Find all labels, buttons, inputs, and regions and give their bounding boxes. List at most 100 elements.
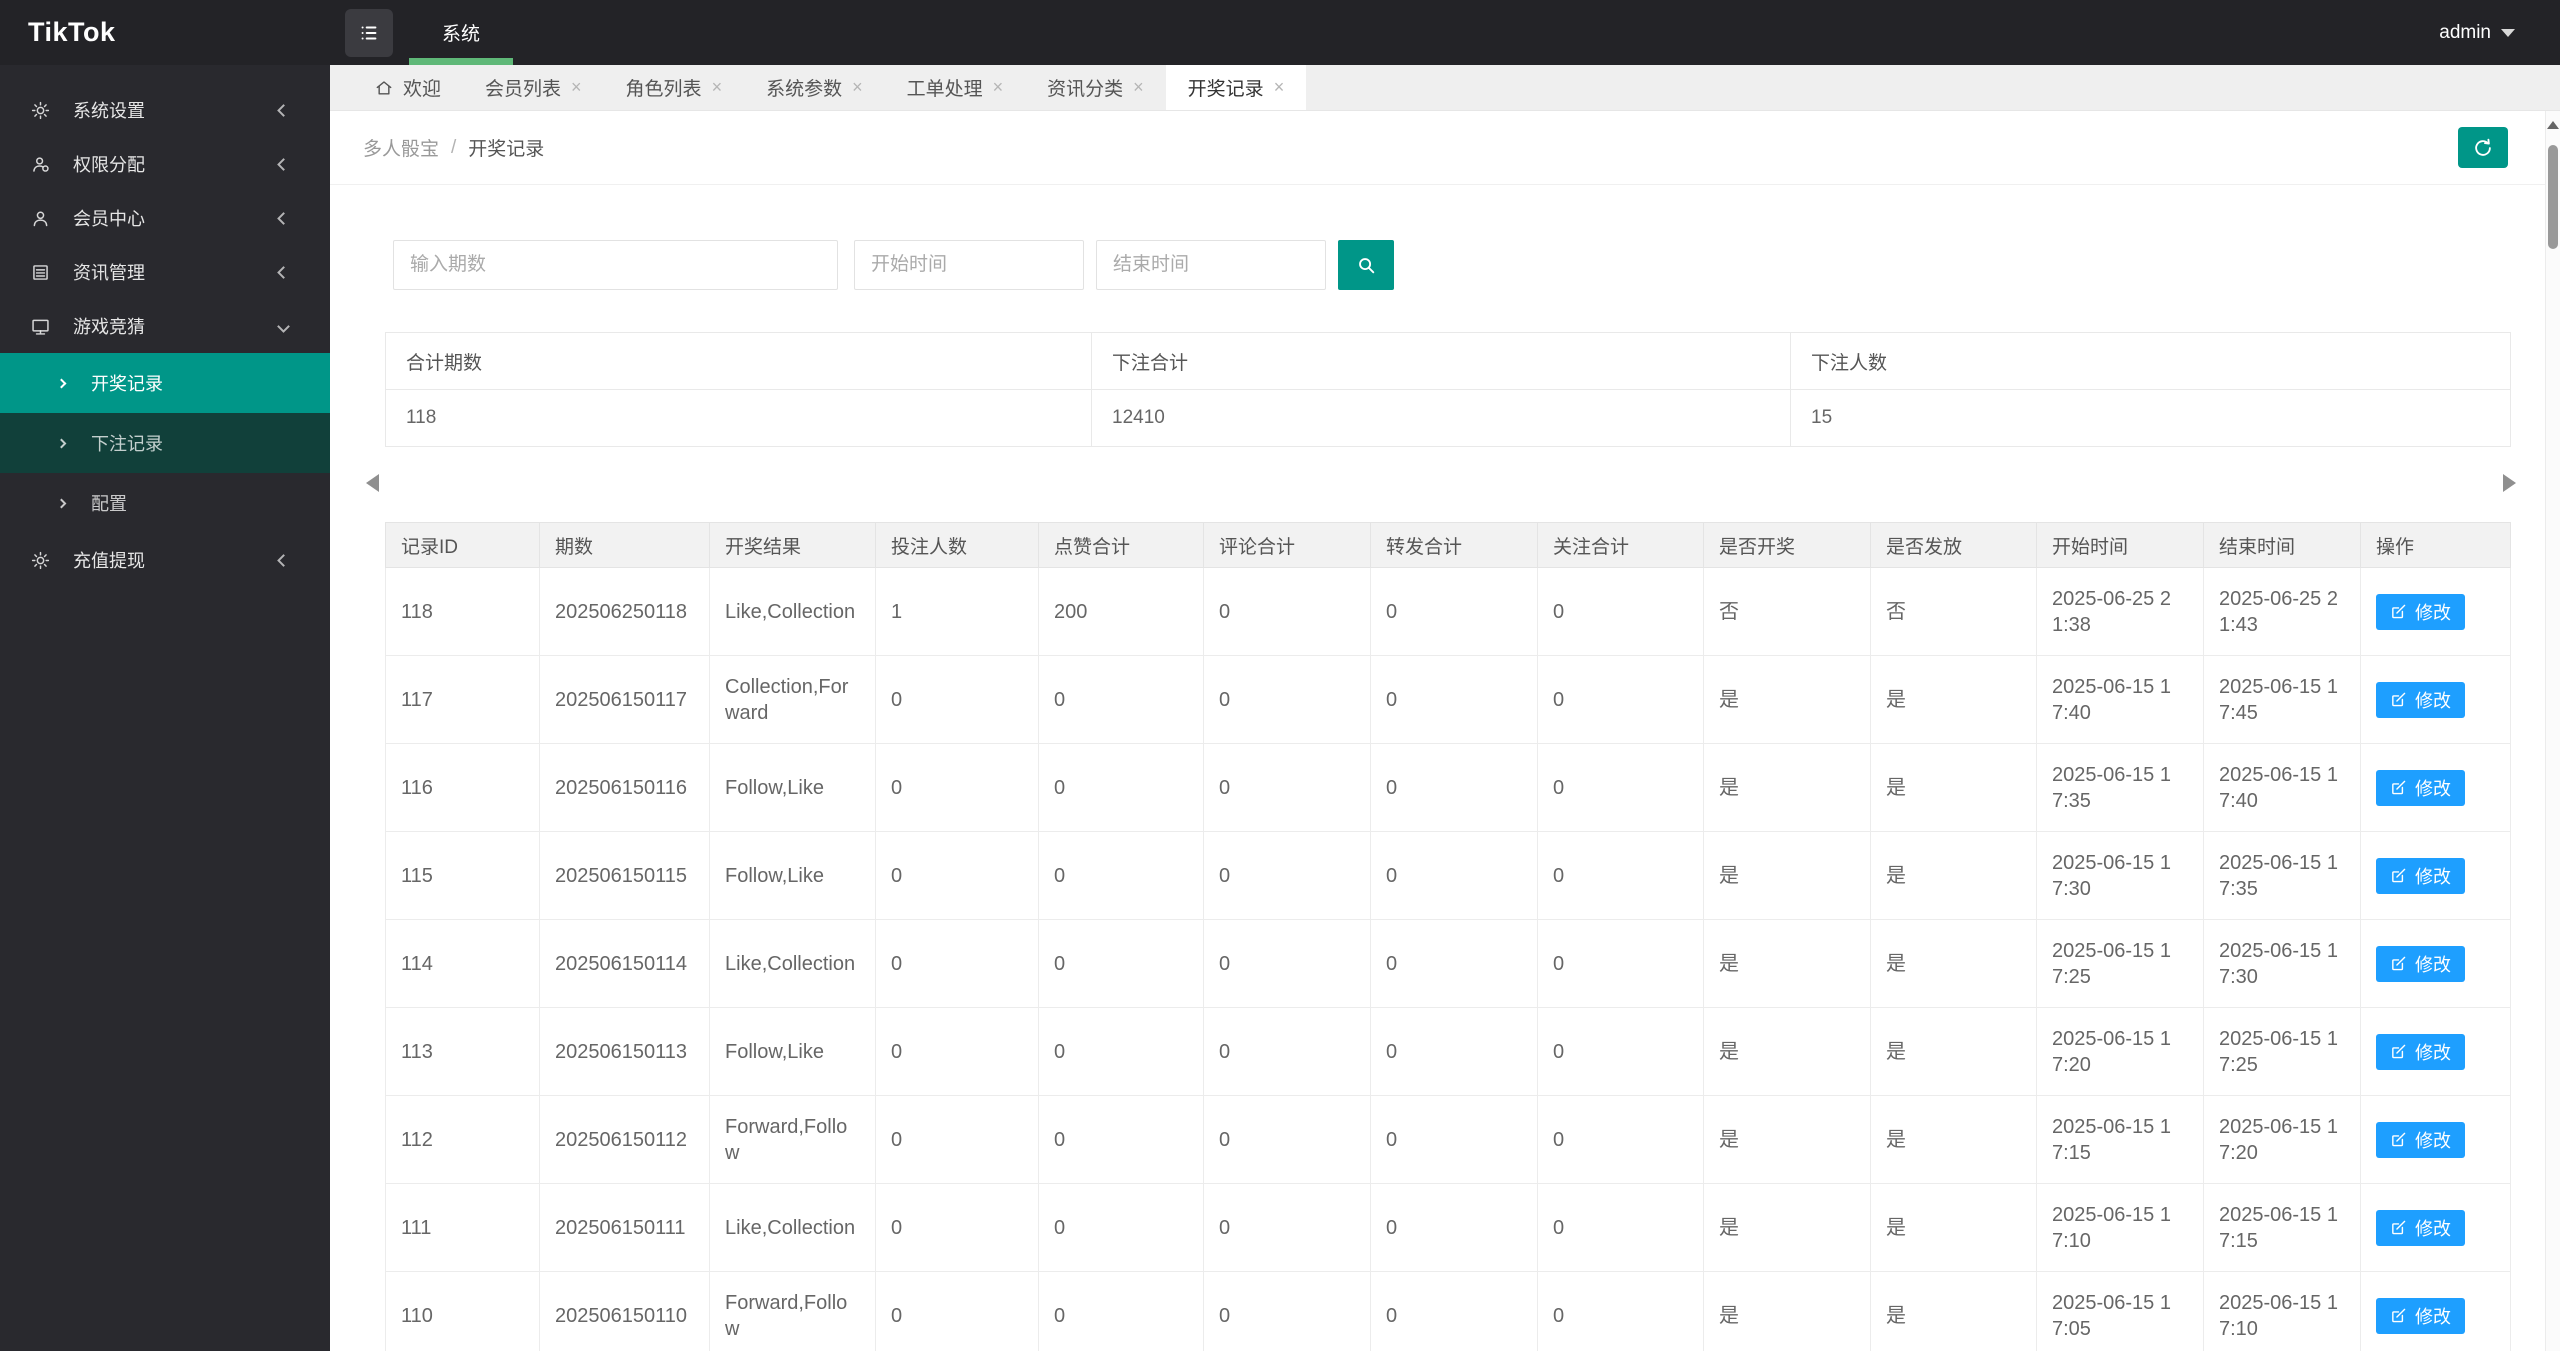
chevron-left-icon: [277, 211, 290, 225]
search-button[interactable]: [1338, 240, 1394, 290]
refresh-button[interactable]: [2458, 127, 2508, 168]
cell-bettors: 0: [875, 831, 1039, 920]
edit-button[interactable]: 修改: [2376, 1297, 2465, 1334]
cell-result: Follow,Like: [709, 1007, 876, 1096]
user-menu[interactable]: admin: [2439, 22, 2515, 44]
time-text: 2025-06-15 17:05: [2052, 1291, 2171, 1340]
tab-content-categories[interactable]: 资讯分类 ×: [1025, 65, 1166, 110]
hamburger-menu-button[interactable]: [345, 8, 393, 57]
cell-action: 修改: [2360, 743, 2511, 832]
cell-record_id: 117: [385, 655, 540, 744]
cell-comments_total: 0: [1203, 743, 1371, 832]
sidebar-menu: 系统设置权限分配会员中心 资讯管理 游戏竞猜 开奖记录 下注记录配置充值提现: [0, 65, 330, 587]
table-row: 116 202506150116 Follow,Like 0 0 0 0 0 是是 2025-06…: [385, 743, 2511, 832]
scrollbar-thumb[interactable]: [2548, 145, 2558, 249]
sidebar: 系统设置权限分配会员中心 资讯管理 游戏竞猜 开奖记录 下注记录配置充值提现: [0, 65, 330, 1351]
time-text: 2025-06-15 17:15: [2219, 1203, 2338, 1252]
tab-welcome[interactable]: 欢迎: [352, 65, 463, 110]
edit-button[interactable]: 修改: [2376, 857, 2465, 894]
cell-bettors: 1: [875, 567, 1039, 656]
scroll-left-arrow[interactable]: [366, 474, 379, 492]
tab-close-icon[interactable]: ×: [1274, 77, 1285, 98]
edit-button[interactable]: 修改: [2376, 593, 2465, 630]
cell-is_released: 是: [1870, 1095, 2037, 1184]
sidebar-subitem-lottery-records[interactable]: 开奖记录: [0, 353, 330, 413]
news-icon: [30, 262, 51, 283]
period-input[interactable]: [393, 240, 838, 290]
tab-role-list[interactable]: 角色列表 ×: [604, 65, 745, 110]
sidebar-item-member-center[interactable]: 会员中心: [0, 191, 330, 245]
cell-is_released: 是: [1870, 1183, 2037, 1272]
table-row: 117 202506150117 Collection,Forward 0 0 0 0 0 是是…: [385, 655, 2511, 744]
vertical-scrollbar[interactable]: [2545, 111, 2560, 1351]
table-row: 118 202506250118 Like,Collection 1 200 0 0 0 否否 2…: [385, 567, 2511, 656]
column-header-end_time: 结束时间: [2203, 522, 2361, 568]
result-text: Forward,Follow: [725, 1291, 848, 1340]
tab-work-orders[interactable]: 工单处理 ×: [885, 65, 1026, 110]
time-text: 2025-06-15 17:25: [2219, 1027, 2338, 1076]
sidebar-subitem-label: 配置: [91, 494, 127, 514]
cell-is_released: 是: [1870, 743, 2037, 832]
cell-comments_total: 0: [1203, 831, 1371, 920]
cell-action: 修改: [2360, 1007, 2511, 1096]
edit-button[interactable]: 修改: [2376, 945, 2465, 982]
sidebar-item-permissions[interactable]: 权限分配: [0, 137, 330, 191]
topnav-system[interactable]: 系统: [409, 0, 514, 65]
sidebar-item-content-management[interactable]: 资讯管理: [0, 245, 330, 299]
cell-start_time: 2025-06-15 17:35: [2036, 743, 2204, 832]
edit-button-label: 修改: [2415, 1218, 2451, 1239]
sidebar-item-label: 权限分配: [73, 155, 145, 175]
cell-period: 202506150115: [539, 831, 710, 920]
cell-comments_total: 0: [1203, 919, 1371, 1008]
sidebar-item-game-betting[interactable]: 游戏竞猜: [0, 299, 330, 353]
time-text: 2025-06-25 21:38: [2052, 587, 2171, 636]
column-header-is_released: 是否发放: [1870, 522, 2037, 568]
sidebar-subitem-bet-records[interactable]: 下注记录: [0, 413, 330, 473]
cell-bettors: 0: [875, 1271, 1039, 1351]
tab-member-list[interactable]: 会员列表 ×: [463, 65, 604, 110]
scrollbar-up-arrow[interactable]: [2547, 121, 2559, 129]
edit-button[interactable]: 修改: [2376, 1033, 2465, 1070]
tab-close-icon[interactable]: ×: [712, 77, 723, 98]
column-header-comments_total: 评论合计: [1203, 522, 1371, 568]
tab-close-icon[interactable]: ×: [993, 77, 1004, 98]
edit-button[interactable]: 修改: [2376, 681, 2465, 718]
chevron-left-icon: [277, 157, 290, 171]
edit-button[interactable]: 修改: [2376, 1121, 2465, 1158]
cell-likes_total: 0: [1038, 1183, 1204, 1272]
scroll-right-arrow[interactable]: [2503, 474, 2516, 492]
result-text: Like,Collection: [725, 600, 856, 623]
cell-follows_total: 0: [1537, 919, 1704, 1008]
chevron-left-icon: [277, 103, 290, 117]
tab-close-icon[interactable]: ×: [852, 77, 863, 98]
column-header-result: 开奖结果: [709, 522, 876, 568]
monitor-icon: [30, 316, 51, 337]
cell-result: Collection,Forward: [709, 655, 876, 744]
tab-lottery-records[interactable]: 开奖记录 ×: [1165, 65, 1307, 110]
column-header-start_time: 开始时间: [2036, 522, 2204, 568]
cell-is_drawn: 是: [1703, 1183, 1871, 1272]
edit-button[interactable]: 修改: [2376, 769, 2465, 806]
cell-period: 202506150117: [539, 655, 710, 744]
cell-is_drawn: 是: [1703, 1271, 1871, 1351]
sidebar-item-recharge-withdraw[interactable]: 充值提现: [0, 533, 330, 587]
table-row: 114 202506150114 Like,Collection 0 0 0 0 0 是是 202…: [385, 919, 2511, 1008]
tab-system-params[interactable]: 系统参数 ×: [744, 65, 885, 110]
tab-label: 开奖记录: [1187, 79, 1264, 100]
tab-close-icon[interactable]: ×: [571, 77, 582, 98]
edit-icon: [2390, 603, 2407, 620]
sidebar-item-system-settings[interactable]: 系统设置: [0, 83, 330, 137]
tab-close-icon[interactable]: ×: [1133, 77, 1144, 98]
cell-follows_total: 0: [1537, 1095, 1704, 1184]
cell-forwards_total: 0: [1370, 655, 1538, 744]
cell-likes_total: 0: [1038, 655, 1204, 744]
end-time-input[interactable]: [1096, 240, 1326, 290]
cell-end_time: 2025-06-15 17:15: [2203, 1183, 2361, 1272]
sidebar-subitem-config[interactable]: 配置: [0, 473, 330, 533]
cell-forwards_total: 0: [1370, 1095, 1538, 1184]
edit-button[interactable]: 修改: [2376, 1209, 2465, 1246]
cell-record_id: 111: [385, 1183, 540, 1272]
start-time-input[interactable]: [854, 240, 1084, 290]
table-row: 113 202506150113 Follow,Like 0 0 0 0 0 是是 2025-06…: [385, 1007, 2511, 1096]
username: admin: [2439, 21, 2491, 43]
